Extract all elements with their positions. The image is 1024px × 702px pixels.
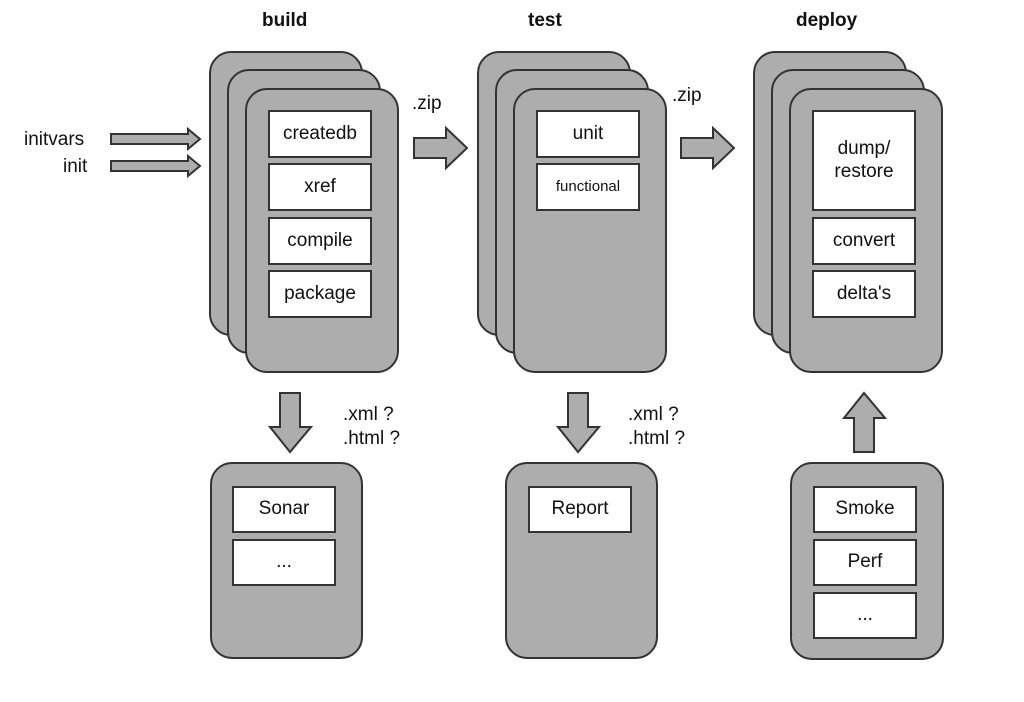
step-box: unit [536, 110, 640, 158]
format-label: .html ? [343, 428, 401, 449]
report-box: Report [528, 486, 632, 533]
arrow-up-icon [841, 391, 888, 453]
format-label: .html ? [628, 428, 686, 449]
report-box: Smoke [813, 486, 917, 533]
report-box: ... [813, 592, 917, 639]
step-box: delta's [812, 270, 916, 318]
step-box: xref [268, 163, 372, 211]
arrow-down-icon [555, 392, 602, 454]
artifact-label: .zip [672, 85, 702, 106]
step-box: functional [536, 163, 640, 211]
step-box: convert [812, 217, 916, 265]
arrow-right-icon [680, 125, 736, 171]
input-label-initvars: initvars [24, 129, 85, 150]
report-box: Perf [813, 539, 917, 586]
stage-title-test: test [528, 10, 562, 31]
arrow-down-icon [267, 392, 314, 454]
format-label: .xml ? [628, 404, 679, 425]
step-box: package [268, 270, 372, 318]
step-box: compile [268, 217, 372, 265]
input-label-init: init [63, 156, 88, 177]
step-box: createdb [268, 110, 372, 158]
report-box: Sonar [232, 486, 336, 533]
arrow-right-icon [110, 153, 202, 179]
format-label: .xml ? [343, 404, 394, 425]
arrow-right-icon [413, 125, 469, 171]
stage-title-build: build [262, 10, 308, 31]
artifact-label: .zip [412, 93, 442, 114]
arrow-right-icon [110, 126, 202, 152]
report-box: ... [232, 539, 336, 586]
step-box: dump/ restore [812, 110, 916, 211]
stage-title-deploy: deploy [796, 10, 858, 31]
